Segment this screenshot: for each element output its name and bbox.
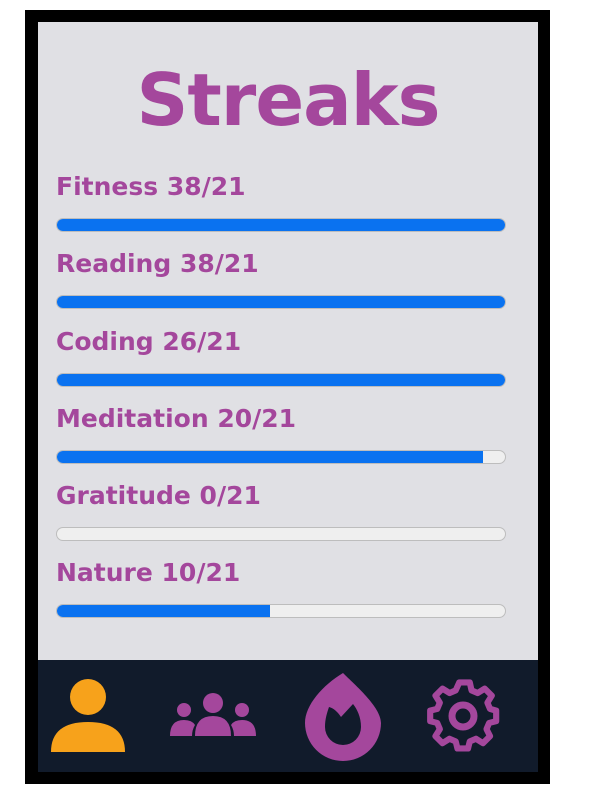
- streak-label: Nature 10/21: [56, 558, 241, 587]
- page-title: Streaks: [136, 58, 441, 142]
- progress-bar: [56, 218, 506, 232]
- progress-bar: [56, 527, 506, 541]
- streak-item-reading: Reading 38/21: [56, 249, 506, 309]
- streak-item-coding: Coding 26/21: [56, 327, 506, 387]
- streak-label: Reading 38/21: [56, 249, 259, 278]
- progress-bar: [56, 604, 506, 618]
- streak-item-gratitude: Gratitude 0/21: [56, 481, 506, 541]
- progress-bar: [56, 295, 506, 309]
- nav-tab-streaks[interactable]: [288, 660, 398, 772]
- app-screen: Streaks Fitness 38/21 Reading 38/21 Codi…: [38, 22, 538, 772]
- streak-label: Gratitude 0/21: [56, 481, 261, 510]
- progress-bar: [56, 373, 506, 387]
- nav-tab-settings[interactable]: [413, 660, 513, 772]
- flame-icon: [305, 673, 381, 761]
- progress-bar: [56, 450, 506, 464]
- streak-label: Coding 26/21: [56, 327, 242, 356]
- streak-label: Fitness 38/21: [56, 172, 246, 201]
- progress-fill: [57, 219, 505, 231]
- progress-fill: [57, 451, 484, 463]
- progress-fill: [57, 296, 505, 308]
- bottom-nav: [38, 660, 538, 772]
- streak-label: Meditation 20/21: [56, 404, 297, 433]
- progress-fill: [57, 374, 505, 386]
- user-icon: [51, 679, 125, 752]
- gear-icon: [427, 679, 500, 752]
- streak-item-meditation: Meditation 20/21: [56, 404, 506, 464]
- progress-fill: [57, 605, 271, 617]
- nav-tab-profile[interactable]: [38, 660, 138, 772]
- group-icon: [170, 693, 256, 736]
- streak-item-fitness: Fitness 38/21: [56, 172, 506, 232]
- nav-tab-community[interactable]: [163, 660, 263, 772]
- streak-item-nature: Nature 10/21: [56, 558, 506, 618]
- device-frame: Streaks Fitness 38/21 Reading 38/21 Codi…: [25, 10, 550, 784]
